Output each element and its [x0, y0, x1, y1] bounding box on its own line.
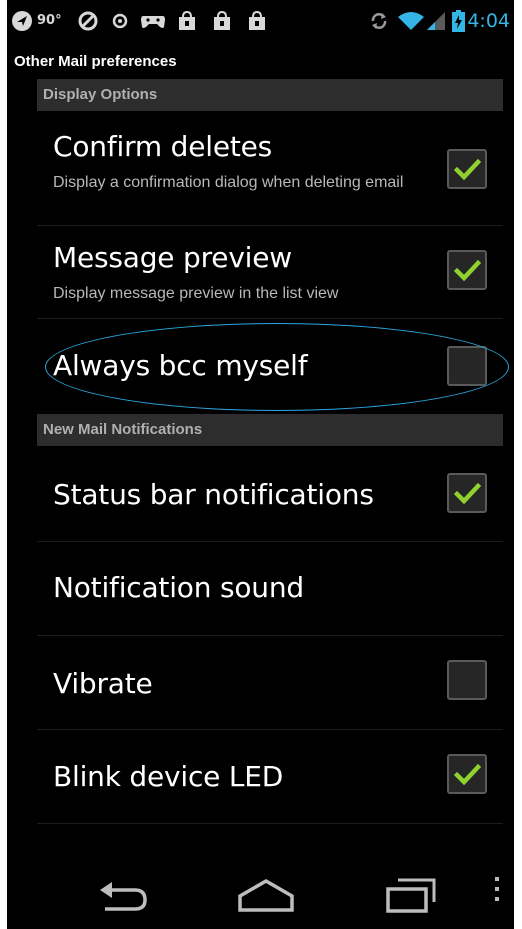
sync-icon: [369, 10, 389, 32]
page-title: Other Mail preferences: [14, 53, 177, 70]
home-icon[interactable]: [236, 876, 296, 916]
pref-blink-device-led[interactable]: Blink device LED: [37, 730, 503, 824]
section-header-label: Display Options: [43, 86, 158, 103]
phone-screen: 90° 4:04 Other Mail preferences Display …: [7, 0, 514, 929]
pref-message-preview[interactable]: Message preview Display message preview …: [37, 226, 503, 319]
section-header-new-mail-notifications: New Mail Notifications: [37, 414, 503, 446]
checkmark-icon: [454, 158, 481, 181]
pref-status-bar-notifications[interactable]: Status bar notifications: [37, 446, 503, 542]
checkmark-icon: [454, 482, 481, 505]
pref-confirm-deletes[interactable]: Confirm deletes Display a confirmation d…: [37, 111, 503, 226]
pref-summary: Display a confirmation dialog when delet…: [53, 174, 404, 191]
confirm-deletes-checkbox[interactable]: [447, 149, 487, 189]
back-icon[interactable]: [95, 876, 151, 916]
status-bar-notifications-checkbox[interactable]: [447, 473, 487, 513]
pref-title: Vibrate: [53, 667, 153, 700]
pref-notification-sound[interactable]: Notification sound: [37, 542, 503, 636]
pref-title: Always bcc myself: [53, 349, 308, 382]
wifi-icon: [397, 10, 425, 32]
checkmark-icon: [454, 763, 481, 786]
pref-vibrate[interactable]: Vibrate: [37, 636, 503, 730]
cell-signal-icon: [426, 10, 446, 32]
pref-title: Blink device LED: [53, 760, 284, 793]
navigation-bar: [7, 860, 514, 929]
status-bar: 90° 4:04: [7, 0, 514, 42]
nav-arrow-icon: [11, 10, 33, 32]
battery-icon: [452, 10, 465, 32]
blink-device-led-checkbox[interactable]: [447, 754, 487, 794]
pref-title: Status bar notifications: [53, 478, 374, 511]
temperature-readout: 90°: [37, 13, 62, 28]
pref-title: Message preview: [53, 241, 292, 274]
recent-apps-icon[interactable]: [384, 876, 438, 916]
circle-dot-icon: [112, 10, 128, 32]
checkmark-icon: [454, 259, 481, 282]
shopping-bag-icon: [247, 10, 267, 32]
pref-always-bcc-myself[interactable]: Always bcc myself: [37, 319, 503, 413]
section-header-label: New Mail Notifications: [43, 421, 203, 438]
shopping-bag-icon: [212, 10, 232, 32]
game-controller-icon: [139, 10, 167, 32]
shopping-bag-icon: [177, 10, 197, 32]
always-bcc-myself-checkbox[interactable]: [447, 346, 487, 386]
overflow-menu-icon[interactable]: [492, 874, 502, 904]
section-header-display-options: Display Options: [37, 79, 503, 111]
clock: 4:04: [467, 10, 510, 32]
pref-title: Notification sound: [53, 571, 304, 604]
vibrate-checkbox[interactable]: [447, 660, 487, 700]
blocked-icon: [78, 10, 98, 32]
pref-title: Confirm deletes: [53, 130, 273, 163]
message-preview-checkbox[interactable]: [447, 250, 487, 290]
pref-summary: Display message preview in the list view: [53, 285, 339, 302]
